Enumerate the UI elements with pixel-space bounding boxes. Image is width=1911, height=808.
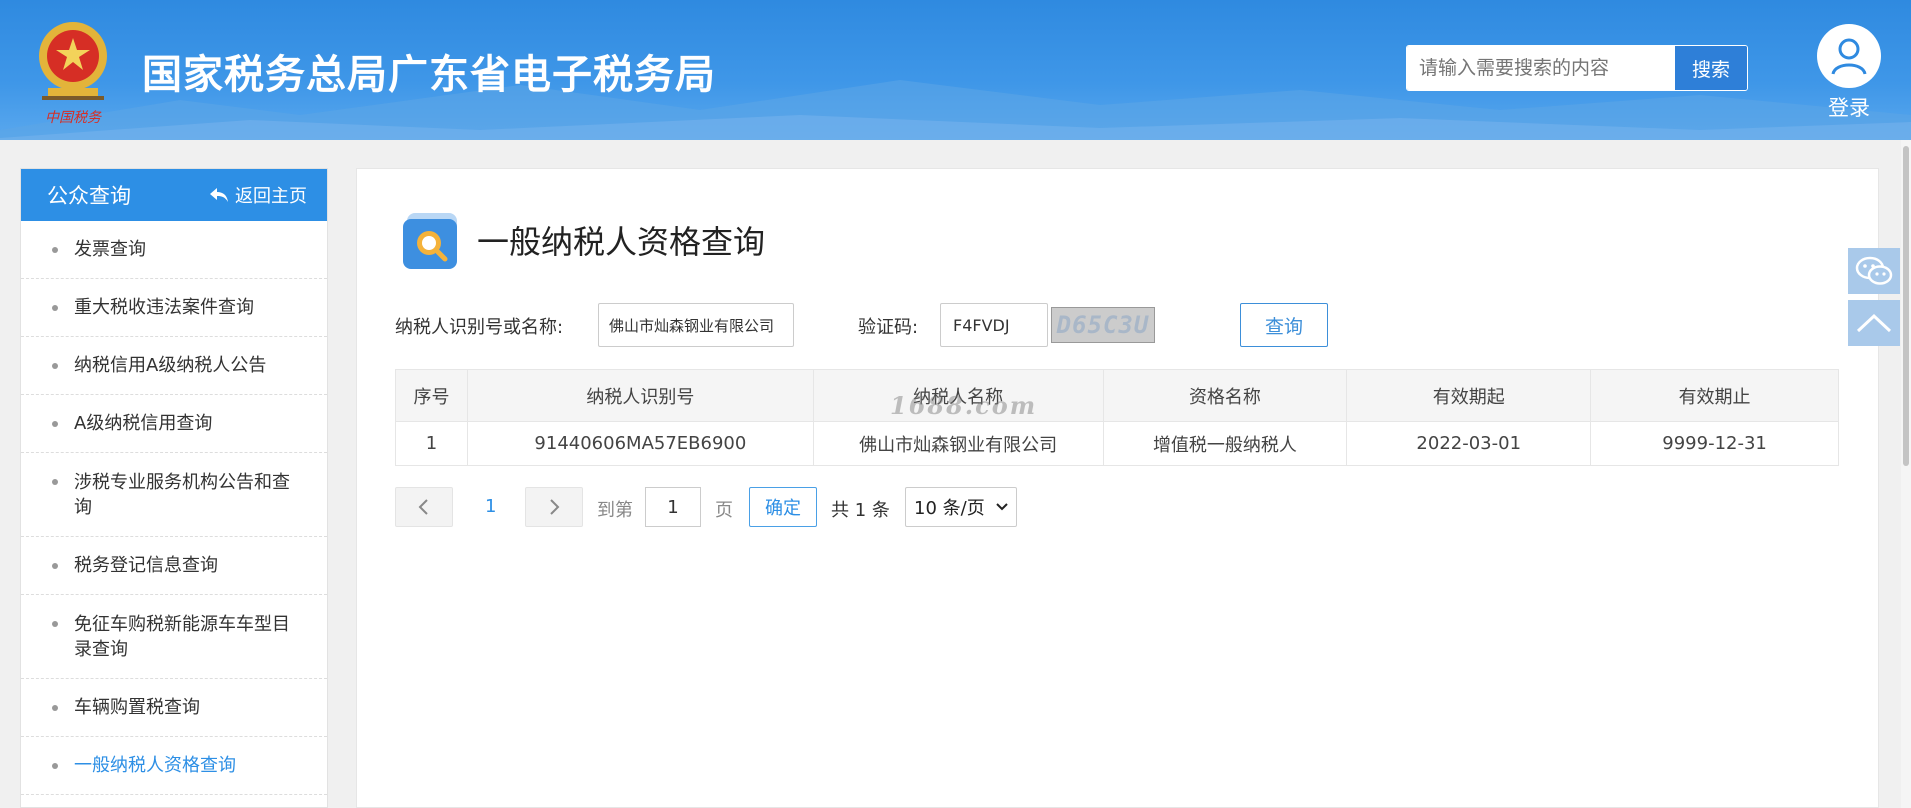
sidebar-header: 公众查询 返回主页 xyxy=(21,169,327,221)
taxpayer-label: 纳税人识别号或名称: xyxy=(395,317,564,338)
chevron-left-icon xyxy=(418,499,428,515)
sidebar-menu: 发票查询 重大税收违法案件查询 纳税信用A级纳税人公告 A级纳税信用查询 涉税专… xyxy=(21,221,327,795)
goto-label: 到第 xyxy=(597,500,633,521)
sidebar-item-a-credit-notice[interactable]: 纳税信用A级纳税人公告 xyxy=(21,337,327,395)
captcha-image-text: D65C3U xyxy=(1056,311,1150,339)
table-cell: 增值税一般纳税人 xyxy=(1102,421,1348,466)
captcha-input[interactable]: F4FVDJ xyxy=(940,303,1048,347)
sidebar-item-label: 涉税专业服务机构公告和查询 xyxy=(74,471,290,518)
search-box: 搜索 xyxy=(1406,45,1748,91)
captcha-label: 验证码: xyxy=(858,317,919,338)
wechat-icon xyxy=(1855,256,1893,285)
next-page-button[interactable] xyxy=(525,487,583,527)
table-cell: 9999-12-31 xyxy=(1590,421,1839,466)
search-button[interactable]: 搜索 xyxy=(1674,46,1747,90)
goto-confirm-button[interactable]: 确定 xyxy=(749,487,817,527)
sidebar: 公众查询 返回主页 发票查询 重大税收违法案件查询 纳税信用A级纳税人公告 A级… xyxy=(20,168,328,808)
sidebar-item-label: 税务登记信息查询 xyxy=(74,555,218,576)
sidebar-title: 公众查询 xyxy=(47,184,131,208)
page-size-value: 10 条/页 xyxy=(914,498,985,519)
sidebar-item-label: 免征车购税新能源车车型目录查询 xyxy=(74,613,290,660)
prev-page-button[interactable] xyxy=(395,487,453,527)
column-header: 纳税人识别号 xyxy=(466,369,814,422)
page-unit-label: 页 xyxy=(715,500,733,521)
sidebar-item-nev-catalog[interactable]: 免征车购税新能源车车型目录查询 xyxy=(21,595,327,679)
back-home-label[interactable]: 返回主页 xyxy=(235,182,307,208)
chevron-down-icon xyxy=(996,503,1008,511)
chevron-right-icon xyxy=(550,499,560,515)
sidebar-item-tax-agency[interactable]: 涉税专业服务机构公告和查询 xyxy=(21,453,327,537)
sidebar-item-major-violation[interactable]: 重大税收违法案件查询 xyxy=(21,279,327,337)
sidebar-item-label: A级纳税信用查询 xyxy=(74,413,213,434)
login-entry[interactable]: 登录 xyxy=(1816,24,1882,122)
sidebar-item-invoice[interactable]: 发票查询 xyxy=(21,221,327,279)
column-header: 纳税人名称 xyxy=(812,369,1104,422)
sidebar-item-label: 重大税收违法案件查询 xyxy=(74,297,254,318)
site-title: 国家税务总局广东省电子税务局 xyxy=(142,52,716,98)
search-document-icon xyxy=(401,209,463,271)
result-table: 序号 纳税人识别号 纳税人名称 资格名称 有效期起 有效期止 1 9144060… xyxy=(395,369,1839,466)
taxpayer-input[interactable]: 佛山市灿森钢业有限公司 xyxy=(598,303,794,347)
table-cell: 2022-03-01 xyxy=(1346,421,1592,466)
scrollbar-thumb[interactable] xyxy=(1903,146,1909,466)
table-cell: 1 xyxy=(395,421,468,466)
sidebar-item-label: 车辆购置税查询 xyxy=(74,697,200,718)
column-header: 序号 xyxy=(395,369,468,422)
sidebar-item-tax-registration[interactable]: 税务登记信息查询 xyxy=(21,537,327,595)
goto-page-input[interactable]: 1 xyxy=(645,487,701,527)
query-form: 纳税人识别号或名称: 佛山市灿森钢业有限公司 验证码: F4FVDJ D65C3… xyxy=(395,303,1695,347)
page-size-select[interactable]: 10 条/页 xyxy=(905,487,1017,527)
svg-text:中国税务: 中国税务 xyxy=(45,110,102,126)
column-header: 资格名称 xyxy=(1102,369,1348,422)
sidebar-item-label: 发票查询 xyxy=(74,239,146,260)
table-row: 1 91440606MA57EB6900 佛山市灿森钢业有限公司 增值税一般纳税… xyxy=(395,421,1839,466)
total-count: 共 1 条 xyxy=(831,500,890,521)
sidebar-item-label: 一般纳税人资格查询 xyxy=(74,755,236,776)
sidebar-item-label: 纳税信用A级纳税人公告 xyxy=(74,355,267,376)
user-avatar-icon[interactable] xyxy=(1817,24,1881,88)
wechat-float-button[interactable] xyxy=(1848,248,1900,294)
back-home-link[interactable]: 返回主页 xyxy=(209,182,307,208)
table-cell: 佛山市灿森钢业有限公司 xyxy=(812,421,1104,466)
pagination: 1 到第 1 页 确定 共 1 条 10 条/页 xyxy=(395,487,1195,527)
sidebar-item-vehicle-tax[interactable]: 车辆购置税查询 xyxy=(21,679,327,737)
page-title: 一般纳税人资格查询 xyxy=(477,223,766,261)
back-to-top-button[interactable] xyxy=(1848,300,1900,346)
column-header: 有效期止 xyxy=(1590,369,1839,422)
national-emblem-icon[interactable]: 中国税务 xyxy=(28,16,118,128)
search-input[interactable] xyxy=(1407,46,1674,90)
table-header-row: 序号 纳税人识别号 纳税人名称 资格名称 有效期起 有效期止 xyxy=(395,369,1839,422)
page-scrollbar[interactable] xyxy=(1901,140,1911,808)
site-header: 中国税务 国家税务总局广东省电子税务局 搜索 登录 xyxy=(0,0,1911,140)
back-to-top-icon xyxy=(1856,313,1892,333)
main-panel: 一般纳税人资格查询 纳税人识别号或名称: 佛山市灿森钢业有限公司 验证码: F4… xyxy=(356,168,1879,808)
sidebar-item-general-taxpayer[interactable]: 一般纳税人资格查询 xyxy=(21,737,327,795)
query-button[interactable]: 查询 xyxy=(1240,303,1328,347)
sidebar-item-a-credit-query[interactable]: A级纳税信用查询 xyxy=(21,395,327,453)
back-arrow-icon xyxy=(210,188,228,202)
column-header: 有效期起 xyxy=(1346,369,1592,422)
current-page-number[interactable]: 1 xyxy=(485,496,496,517)
login-label[interactable]: 登录 xyxy=(1816,92,1882,122)
table-cell: 91440606MA57EB6900 xyxy=(466,421,814,466)
captcha-image[interactable]: D65C3U xyxy=(1051,307,1155,343)
